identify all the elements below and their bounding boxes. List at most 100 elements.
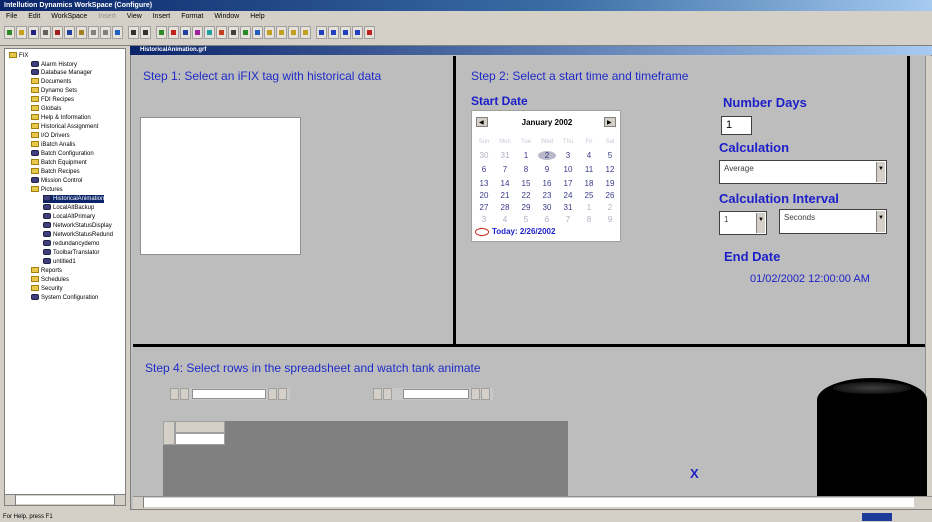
tree-item[interactable]: redundancydemo (43, 240, 99, 248)
calendar-day[interactable]: 24 (559, 191, 577, 200)
redo-icon[interactable] (100, 26, 111, 39)
tree-item[interactable]: FIX (9, 52, 28, 60)
calendar-day[interactable]: 7 (559, 215, 577, 224)
tree-item[interactable]: Batch Recipes (31, 168, 80, 176)
fill-icon[interactable] (204, 26, 215, 39)
scroll-next-button[interactable] (471, 388, 480, 400)
spreadsheet-column-header[interactable] (175, 421, 225, 433)
calendar-day[interactable]: 9 (538, 165, 556, 174)
tree-item[interactable]: LocalAltPrimary (43, 213, 95, 221)
tree-item[interactable]: I/O Drivers (31, 132, 70, 140)
tree-item-selected[interactable]: HistoricalAnimation (43, 195, 105, 203)
tree-item[interactable]: Mission Control (31, 177, 82, 185)
calendar-day[interactable]: 3 (559, 151, 577, 160)
oval-icon[interactable] (276, 26, 287, 39)
scroll-right-arrow[interactable] (114, 495, 125, 505)
calendar-day[interactable]: 2 (601, 203, 619, 212)
spreadsheet-cell[interactable] (175, 433, 225, 445)
tree-item[interactable]: Batch Configuration (31, 150, 94, 158)
open-icon[interactable] (16, 26, 27, 39)
scroll-track[interactable] (16, 496, 114, 504)
number-days-input[interactable]: 1 (721, 116, 752, 135)
calendar-day[interactable]: 18 (580, 179, 598, 188)
row-scrollbar-2[interactable] (373, 388, 493, 400)
timer-icon[interactable] (364, 26, 375, 39)
layer-icon[interactable] (240, 26, 251, 39)
tree-item[interactable]: Schedules (31, 276, 69, 284)
copy-icon[interactable] (64, 26, 75, 39)
calendar-day[interactable]: 19 (601, 179, 619, 188)
calendar-day[interactable]: 27 (475, 203, 493, 212)
scroll-prev-button[interactable] (383, 388, 392, 400)
calendar-day[interactable]: 15 (517, 179, 535, 188)
alarm-icon[interactable] (328, 26, 339, 39)
tree-item[interactable]: FDI Recipes (31, 96, 74, 104)
today-link[interactable]: Today: 2/26/2002 (492, 227, 555, 236)
tree-item[interactable]: NetworkStatusRedund (43, 231, 113, 239)
tree-item[interactable]: untitled1 (43, 258, 76, 266)
calendar-day[interactable]: 14 (496, 179, 514, 188)
menu-insert[interactable]: Insert (153, 13, 171, 20)
tree-item[interactable]: Alarm History (31, 61, 77, 69)
calendar-day[interactable]: 13 (475, 179, 493, 188)
calendar-day[interactable]: 29 (517, 203, 535, 212)
scroll-first-button[interactable] (373, 388, 382, 400)
text-icon[interactable] (300, 26, 311, 39)
tree-item[interactable]: NetworkStatusDisplay (43, 222, 112, 230)
help-icon[interactable] (112, 26, 123, 39)
group-icon[interactable] (192, 26, 203, 39)
calendar-day[interactable]: 25 (580, 191, 598, 200)
cut-icon[interactable] (52, 26, 63, 39)
interval-value-select[interactable]: 1 ▼ (719, 211, 767, 235)
scroll-left-arrow[interactable] (133, 497, 144, 508)
tree-item[interactable]: Security (31, 285, 63, 293)
calendar-day[interactable]: 23 (538, 191, 556, 200)
line-icon[interactable] (140, 26, 151, 39)
tree-item[interactable]: ToolbarTranslator (43, 249, 99, 257)
color-icon[interactable] (216, 26, 227, 39)
menu-edit[interactable]: Edit (28, 13, 40, 20)
scroll-track[interactable] (403, 389, 469, 399)
calendar-day[interactable]: 28 (496, 203, 514, 212)
calendar[interactable]: ◀ January 2002 ▶ Sun Mon Tue Wed Thu Fri… (471, 110, 621, 242)
scroll-last-button[interactable] (481, 388, 490, 400)
spreadsheet[interactable] (163, 421, 568, 501)
calendar-day[interactable]: 17 (559, 179, 577, 188)
calendar-day[interactable]: 16 (538, 179, 556, 188)
menu-help[interactable]: Help (250, 13, 264, 20)
calendar-day[interactable]: 5 (517, 215, 535, 224)
calendar-day[interactable]: 26 (601, 191, 619, 200)
tree-item[interactable]: Dynamo Sets (31, 87, 77, 95)
tree-item[interactable]: System Configuration (31, 294, 98, 302)
tree-item[interactable]: iBatch Analis (31, 141, 75, 149)
calendar-day[interactable]: 20 (475, 191, 493, 200)
calendar-day[interactable]: 4 (496, 215, 514, 224)
calendar-day[interactable]: 31 (496, 151, 514, 160)
calendar-day[interactable]: 22 (517, 191, 535, 200)
spreadsheet-corner[interactable] (163, 421, 175, 445)
calendar-day[interactable]: 8 (580, 215, 598, 224)
tree-horizontal-scrollbar[interactable] (4, 494, 126, 506)
menu-workspace[interactable]: WorkSpace (51, 13, 87, 20)
align-icon[interactable] (180, 26, 191, 39)
font-icon[interactable] (228, 26, 239, 39)
calendar-day[interactable]: 31 (559, 203, 577, 212)
menu-window[interactable]: Window (214, 13, 239, 20)
tag-list-box[interactable] (140, 117, 301, 255)
print-icon[interactable] (40, 26, 51, 39)
calendar-next-button[interactable]: ▶ (604, 117, 616, 127)
push-button-icon[interactable] (340, 26, 351, 39)
zoom-icon[interactable] (156, 26, 167, 39)
calendar-day[interactable]: 5 (601, 151, 619, 160)
menu-file[interactable]: File (6, 13, 17, 20)
scroll-next-button[interactable] (268, 388, 277, 400)
row-scrollbar-1[interactable] (170, 388, 290, 400)
tank-graphic[interactable] (817, 378, 927, 498)
document-horizontal-scrollbar[interactable] (133, 496, 932, 509)
tree-item[interactable]: Reports (31, 267, 62, 275)
datalink-icon[interactable] (316, 26, 327, 39)
calendar-day[interactable]: 11 (580, 165, 598, 174)
scroll-first-button[interactable] (170, 388, 179, 400)
calendar-day[interactable]: 30 (538, 203, 556, 212)
new-icon[interactable] (4, 26, 15, 39)
